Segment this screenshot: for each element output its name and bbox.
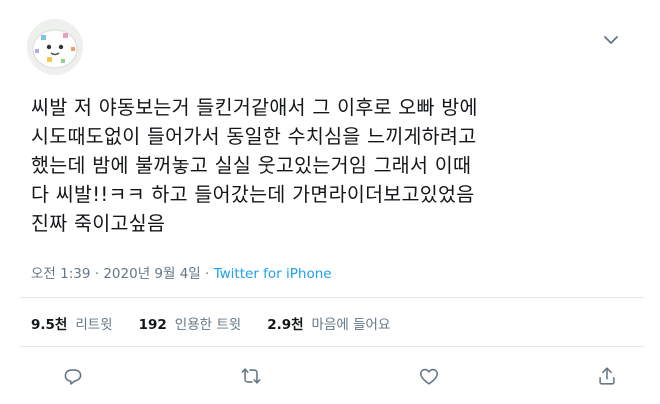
share-icon [599, 367, 615, 385]
quote-count[interactable]: 192 인용한 트윗 [139, 313, 242, 333]
meta-separator: · [94, 266, 100, 282]
avatar[interactable] [27, 19, 83, 75]
more-options-caret[interactable] [600, 32, 622, 48]
tweet-text: 씨발 저 야동보는거 들킨거같애서 그 이후로 오빠 방에 시도때도없이 들어가… [31, 96, 478, 235]
retweet-button[interactable] [238, 363, 264, 389]
reply-button[interactable] [60, 363, 86, 389]
share-button[interactable] [594, 363, 620, 389]
like-count-label: 마음에 들어요 [311, 317, 391, 333]
tweet-actions [60, 363, 620, 389]
divider [20, 346, 644, 347]
chevron-down-icon [604, 35, 618, 44]
like-count-value: 2.9천 [267, 317, 304, 333]
avatar-image [27, 19, 83, 75]
meta-separator: · [205, 266, 210, 282]
retweet-count-label: 리트윗 [75, 317, 113, 333]
retweet-count[interactable]: 9.5천 리트윗 [31, 313, 113, 333]
quote-count-label: 인용한 트윗 [174, 317, 242, 333]
tweet-card: 씨발 저 야동보는거 들킨거같애서 그 이후로 오빠 방에 시도때도없이 들어가… [0, 0, 660, 404]
like-button[interactable] [416, 363, 442, 389]
divider [20, 297, 644, 298]
heart-icon [419, 368, 439, 385]
quote-count-value: 192 [138, 317, 167, 333]
tweet-source-link[interactable]: Twitter for iPhone [214, 266, 332, 282]
tweet-stats: 9.5천 리트윗 192 인용한 트윗 2.9천 마음에 들어요 [31, 313, 416, 333]
tweet-meta: 오전 1:39 · 2020년 9월 4일 · Twitter for iPho… [31, 262, 332, 282]
retweet-count-value: 9.5천 [31, 317, 68, 333]
tweet-time[interactable]: 오전 1:39 [31, 266, 90, 282]
reply-icon [64, 369, 82, 385]
retweet-icon [241, 368, 261, 384]
like-count[interactable]: 2.9천 마음에 들어요 [267, 313, 390, 333]
tweet-date[interactable]: 2020년 9월 4일 [103, 266, 200, 282]
